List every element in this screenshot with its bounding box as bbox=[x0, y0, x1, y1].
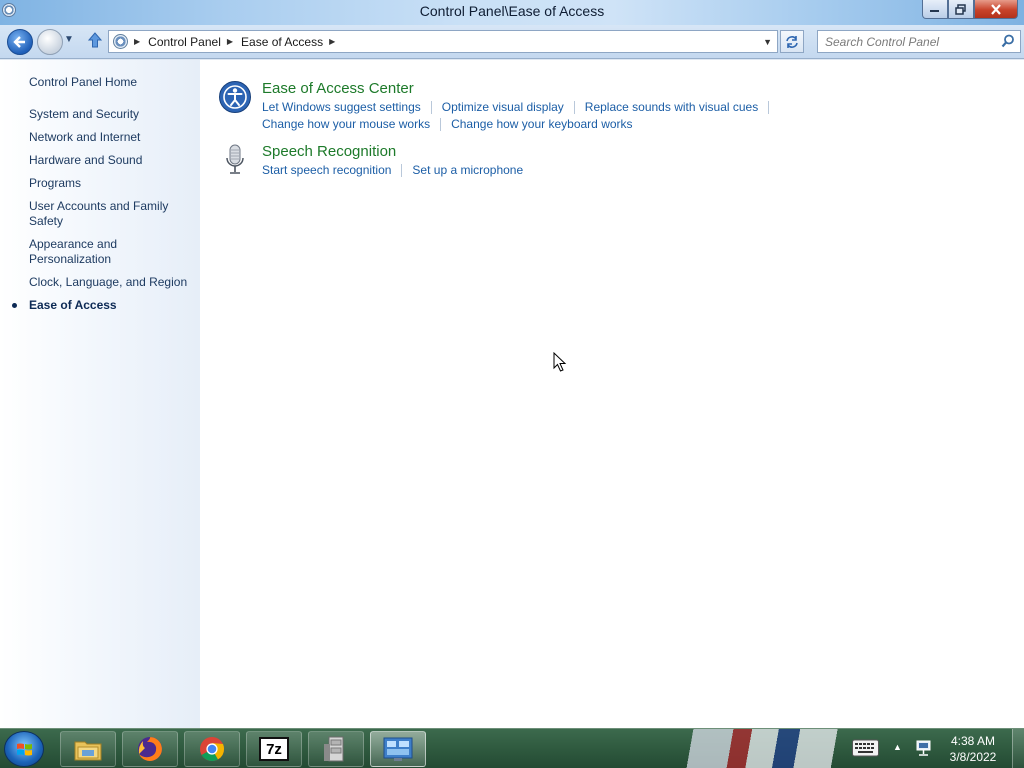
taskbar-control-panel[interactable] bbox=[370, 731, 426, 767]
control-panel-icon bbox=[113, 34, 128, 49]
minimize-button[interactable] bbox=[922, 0, 948, 19]
speech-recognition-links: Start speech recognition Set up a microph… bbox=[262, 163, 822, 178]
breadcrumb-ease-of-access[interactable]: Ease of Access bbox=[241, 35, 323, 49]
set-up-microphone-link[interactable]: Set up a microphone bbox=[412, 163, 523, 177]
file-cabinet-icon bbox=[324, 736, 344, 762]
window-title: Control Panel\Ease of Access bbox=[419, 3, 605, 19]
start-button[interactable] bbox=[4, 731, 44, 767]
clock-date: 3/8/2022 bbox=[949, 750, 997, 764]
optimize-visual-display-link[interactable]: Optimize visual display bbox=[442, 100, 564, 114]
restore-button[interactable] bbox=[948, 0, 974, 19]
restore-icon bbox=[955, 3, 966, 15]
sidebar-item-system-and-security[interactable]: System and Security bbox=[29, 107, 194, 122]
7zip-icon: 7z bbox=[259, 737, 289, 761]
left-navigation-pane: Control Panel Home System and Security N… bbox=[0, 60, 200, 728]
search-icon[interactable] bbox=[1001, 34, 1015, 48]
search-box[interactable] bbox=[817, 30, 1021, 53]
taskbar-file-cabinet[interactable] bbox=[308, 731, 364, 767]
main-content: Ease of Access Center Let Windows sugges… bbox=[200, 60, 1024, 728]
ease-of-access-center-heading[interactable]: Ease of Access Center bbox=[262, 80, 414, 97]
taskbar-chrome[interactable] bbox=[184, 731, 240, 767]
refresh-button[interactable] bbox=[780, 30, 804, 53]
window-controls bbox=[922, 0, 1018, 19]
back-button[interactable] bbox=[7, 29, 33, 55]
ease-of-access-icon[interactable] bbox=[218, 80, 252, 114]
breadcrumb-separator-icon[interactable]: ▶ bbox=[134, 37, 140, 46]
sidebar-item-user-accounts[interactable]: User Accounts and Family Safety bbox=[29, 199, 194, 229]
ease-of-access-links-row1: Let Windows suggest settings Optimize vis… bbox=[262, 100, 822, 115]
sidebar-item-hardware-and-sound[interactable]: Hardware and Sound bbox=[29, 153, 194, 168]
firefox-icon bbox=[138, 737, 162, 761]
clock-time: 4:38 AM bbox=[950, 734, 996, 748]
start-speech-recognition-link[interactable]: Start speech recognition bbox=[262, 163, 391, 177]
show-hidden-icons-button[interactable]: ▲ bbox=[893, 742, 902, 752]
control-panel-home-link[interactable]: Control Panel Home bbox=[29, 75, 137, 89]
chrome-icon bbox=[200, 737, 225, 762]
replace-sounds-link[interactable]: Replace sounds with visual cues bbox=[585, 100, 758, 114]
refresh-icon bbox=[786, 35, 798, 48]
up-arrow-icon bbox=[87, 32, 103, 48]
breadcrumb-control-panel[interactable]: Control Panel bbox=[148, 35, 221, 49]
keyboard-icon[interactable] bbox=[852, 739, 879, 757]
microphone-icon[interactable] bbox=[218, 143, 252, 177]
show-desktop-button[interactable] bbox=[1012, 729, 1024, 768]
address-bar[interactable]: ▶ Control Panel ▶ Ease of Access ▶ ▼ bbox=[108, 30, 778, 53]
sidebar-item-ease-of-access[interactable]: Ease of Access bbox=[12, 298, 194, 313]
windows-logo-icon bbox=[17, 743, 32, 756]
sidebar-item-programs[interactable]: Programs bbox=[29, 176, 194, 191]
control-panel-icon bbox=[383, 737, 413, 761]
network-icon[interactable] bbox=[915, 739, 933, 757]
minimize-icon bbox=[930, 10, 939, 12]
ease-of-access-links-row2: Change how your mouse works Change how yo… bbox=[262, 117, 822, 132]
link-divider bbox=[430, 101, 432, 115]
taskbar: 7z ▲ 4:38 AM 3/8/2022 bbox=[0, 728, 1024, 768]
close-button[interactable] bbox=[974, 0, 1018, 19]
search-input[interactable] bbox=[818, 31, 993, 52]
taskbar-windows-explorer[interactable] bbox=[60, 731, 116, 767]
up-button[interactable] bbox=[87, 32, 103, 53]
breadcrumb-separator-icon[interactable]: ▶ bbox=[329, 37, 335, 46]
address-dropdown-icon[interactable]: ▼ bbox=[763, 37, 772, 47]
taskbar-firefox[interactable] bbox=[122, 731, 178, 767]
link-divider bbox=[768, 101, 770, 115]
link-divider bbox=[440, 118, 442, 132]
breadcrumb-separator-icon[interactable]: ▶ bbox=[227, 37, 233, 46]
link-divider bbox=[401, 164, 403, 178]
forward-button[interactable] bbox=[37, 29, 63, 55]
system-clock[interactable]: 4:38 AM 3/8/2022 bbox=[938, 733, 1008, 765]
navigation-bar: ▼ ▶ Control Panel ▶ Ease of Access ▶ ▼ bbox=[0, 25, 1024, 59]
category-list: System and Security Network and Internet… bbox=[12, 107, 194, 321]
sidebar-item-appearance[interactable]: Appearance and Personalization bbox=[29, 237, 194, 267]
change-mouse-link[interactable]: Change how your mouse works bbox=[262, 117, 430, 131]
taskbar-7zip[interactable]: 7z bbox=[246, 731, 302, 767]
link-divider bbox=[573, 101, 575, 115]
sidebar-item-clock-language-region[interactable]: Clock, Language, and Region bbox=[29, 275, 194, 290]
back-arrow-icon bbox=[13, 36, 25, 48]
change-keyboard-link[interactable]: Change how your keyboard works bbox=[451, 117, 632, 131]
sidebar-item-network-and-internet[interactable]: Network and Internet bbox=[29, 130, 194, 145]
recent-pages-dropdown[interactable]: ▼ bbox=[64, 34, 74, 45]
title-bar: Control Panel\Ease of Access bbox=[0, 0, 1024, 25]
windows-explorer-icon bbox=[74, 741, 102, 761]
let-windows-suggest-settings-link[interactable]: Let Windows suggest settings bbox=[262, 100, 421, 114]
speech-recognition-heading[interactable]: Speech Recognition bbox=[262, 143, 396, 160]
close-icon bbox=[991, 3, 1001, 15]
mouse-cursor-icon bbox=[553, 352, 567, 372]
